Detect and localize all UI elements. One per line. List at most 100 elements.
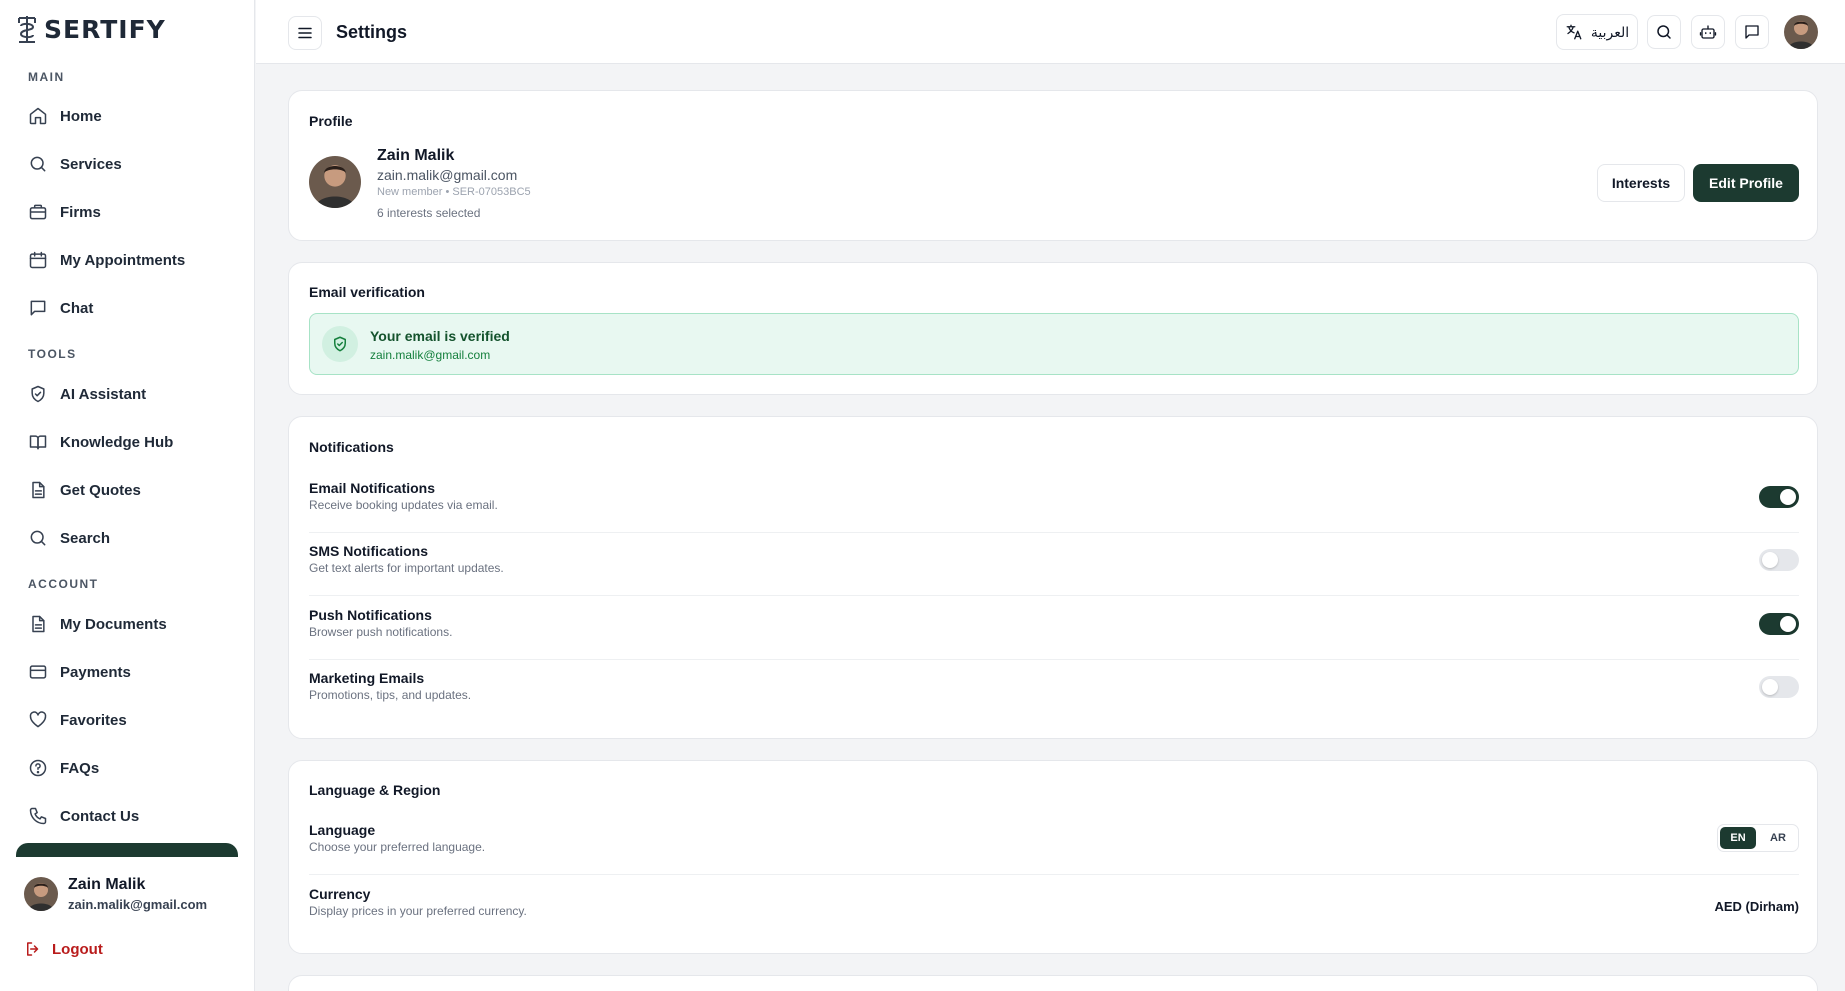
email-verification-card: Email verification Your email is verifie… [288,262,1818,395]
sidebar-user-email: zain.malik@gmail.com [68,897,208,912]
notification-description: Receive booking updates via email. [309,498,498,512]
chat-icon [30,300,46,316]
toggle-knob [1780,489,1796,505]
profile-name: Zain Malik [377,147,455,164]
sertify-logo-icon [18,16,36,43]
section-label-tools: TOOLS [28,347,77,361]
email-verified-status: Your email is verified [370,328,510,344]
shield-check-icon [334,336,346,352]
notification-title: Marketing Emails [309,670,425,686]
brand-logo[interactable]: SERTIFY [14,14,166,44]
sidebar-item-label: My Appointments [60,251,186,269]
sidebar-item-firms[interactable]: Firms [16,192,238,232]
sidebar-item-ai-assistant[interactable]: AI Assistant [16,374,238,414]
language-region-title: Language & Region [309,782,441,798]
language-option-ar[interactable]: AR [1760,827,1796,849]
notification-title: Email Notifications [309,480,436,496]
help-circle-icon [29,759,47,777]
language-switch-button[interactable]: العربية [1556,14,1638,50]
notification-row-marketing: Marketing Emails Promotions, tips, and u… [309,660,1799,723]
sidebar-user-name: Zain Malik [68,876,146,893]
chat-icon [1745,25,1759,39]
email-notifications-toggle[interactable] [1759,486,1799,508]
sidebar-item-payments[interactable]: Payments [16,652,238,692]
user-avatar-icon [1784,15,1818,49]
briefcase-icon [29,204,47,220]
sidebar-item-services[interactable]: Services [16,144,238,184]
sidebar-item-faqs[interactable]: FAQs [16,748,238,788]
sidebar-item-my-appointments[interactable]: My Appointments [16,240,238,280]
home-icon [29,107,47,125]
sidebar-item-label: Chat [60,299,94,317]
document-icon [32,615,45,633]
logout-icon [27,942,39,956]
menu-toggle-button[interactable] [288,16,322,50]
sidebar-item-label: AI Assistant [60,385,147,403]
profile-section-title: Profile [309,113,353,129]
sidebar-item-label: Services [60,155,122,173]
avatar [24,877,58,911]
profile-member-id: New member • SER-07053BC5 [377,186,531,198]
sidebar-user-card[interactable]: Zain Malik zain.malik@gmail.com [24,876,207,912]
currency-value[interactable]: AED (Dirham) [1714,899,1799,914]
language-description: Choose your preferred language. [309,840,486,854]
bot-icon [1699,25,1717,39]
sidebar-item-label: Contact Us [60,807,140,825]
document-icon [32,481,45,499]
sidebar-item-label: Home [60,107,102,125]
edit-profile-button[interactable]: Edit Profile [1693,164,1799,202]
notification-title: Push Notifications [309,607,432,623]
sms-notifications-toggle[interactable] [1759,549,1799,571]
credit-card-icon [29,665,47,679]
sidebar-item-my-documents[interactable]: My Documents [16,604,238,644]
translate-icon [1566,24,1582,40]
phone-icon [29,807,47,825]
notification-description: Browser push notifications. [309,625,453,639]
language-region-card: Language & Region Language Choose your p… [288,760,1818,954]
language-option-en[interactable]: EN [1720,827,1756,849]
sidebar-item-contact-us[interactable]: Contact Us [16,796,238,836]
notification-row-sms: SMS Notifications Get text alerts for im… [309,533,1799,596]
notification-title: SMS Notifications [309,543,429,559]
profile-card: Profile Zain Malik zain.malik@gmail.com … [288,90,1818,241]
messages-button[interactable] [1735,15,1769,49]
menu-icon [298,27,312,39]
sidebar-item-favorites[interactable]: Favorites [16,700,238,740]
sidebar-item-label: My Documents [60,615,167,633]
language-switch-label: العربية [1590,23,1630,40]
calendar-icon [29,251,47,269]
marketing-emails-toggle[interactable] [1759,676,1799,698]
interests-button[interactable]: Interests [1597,164,1685,202]
sidebar: SERTIFY MAIN Home Services Firms My Appo… [0,0,255,991]
notification-row-push: Push Notifications Browser push notifica… [309,597,1799,660]
language-row: Language Choose your preferred language.… [309,812,1799,875]
sidebar-item-label: FAQs [60,759,100,777]
sidebar-item-get-quotes[interactable]: Get Quotes [16,470,238,510]
page-title: Settings [336,22,408,42]
sidebar-item-label: Payments [60,663,131,681]
verified-badge [322,326,358,362]
push-notifications-toggle[interactable] [1759,613,1799,635]
toggle-knob [1780,616,1796,632]
logout-label: Logout [52,940,103,958]
sidebar-item-label: Get Quotes [60,481,141,499]
toggle-knob [1762,679,1778,695]
sidebar-item-label: Favorites [60,711,127,729]
toggle-knob [1762,552,1778,568]
book-icon [29,435,47,450]
notification-description: Get text alerts for important updates. [309,561,504,575]
sidebar-item-knowledge-hub[interactable]: Knowledge Hub [16,422,238,462]
profile-avatar-button[interactable] [1784,15,1818,49]
email-verified-banner: Your email is verified zain.malik@gmail.… [309,313,1799,375]
search-button[interactable] [1647,15,1681,49]
brand-name: SERTIFY [44,14,166,44]
sidebar-item-home[interactable]: Home [16,96,238,136]
search-icon [30,530,46,546]
ai-bot-button[interactable] [1691,15,1725,49]
sidebar-item-chat[interactable]: Chat [16,288,238,328]
currency-title: Currency [309,886,371,902]
language-title: Language [309,822,376,838]
logout-button[interactable]: Logout [24,940,103,958]
user-avatar-icon [309,156,361,208]
sidebar-item-search[interactable]: Search [16,518,238,558]
